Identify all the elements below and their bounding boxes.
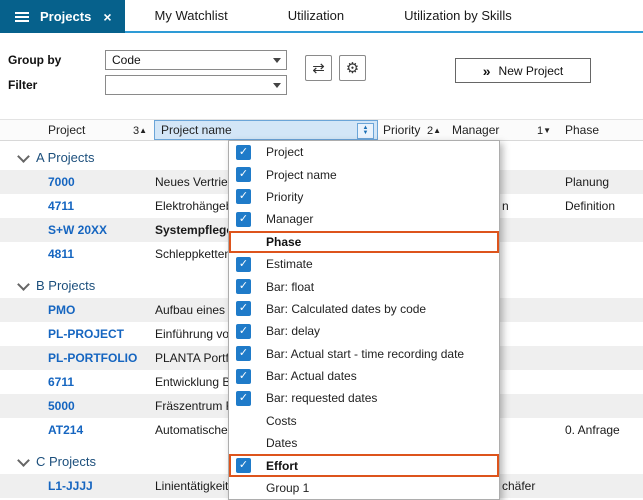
menu-item-bar-requested-dates[interactable]: ✓Bar: requested dates (229, 387, 499, 409)
manager-cell: chäfer (502, 474, 535, 498)
column-header-project[interactable]: Project (48, 120, 85, 140)
reload-button[interactable]: ⇄ (305, 55, 332, 81)
project-code-link[interactable]: PL-PROJECT (48, 322, 124, 346)
checkbox-checked-icon[interactable]: ✓ (236, 279, 251, 294)
chevron-down-icon (273, 83, 281, 88)
phase-cell: 0. Anfrage (565, 418, 620, 442)
checkbox-checked-icon[interactable]: ✓ (236, 458, 251, 473)
project-code-link[interactable]: L1-JJJJ (48, 474, 93, 498)
sort-desc-icon: ▼ (543, 126, 551, 135)
new-project-button[interactable]: » New Project (455, 58, 591, 83)
checkbox-checked-icon[interactable]: ✓ (236, 167, 251, 182)
column-header-manager[interactable]: Manager (452, 120, 499, 140)
project-code-link[interactable]: 4711 (48, 194, 74, 218)
project-name-cell: Linientätigkeit (155, 474, 228, 498)
checkbox-checked-icon[interactable]: ✓ (236, 212, 251, 227)
chevron-down-icon[interactable] (17, 454, 30, 467)
project-code-link[interactable]: AT214 (48, 418, 83, 442)
sort-indicator-manager[interactable]: 1▼ (537, 120, 551, 141)
menu-item-dates[interactable]: Dates (229, 432, 499, 454)
checkbox-checked-icon[interactable]: ✓ (236, 391, 251, 406)
project-name-cell: Einführung von (155, 322, 236, 346)
hamburger-menu-icon[interactable] (15, 16, 29, 18)
checkbox-checked-icon[interactable]: ✓ (236, 346, 251, 361)
project-code-link[interactable]: 5000 (48, 394, 75, 418)
sort-toggle-icon[interactable]: ▲ ▼ (357, 123, 374, 139)
column-header-phase[interactable]: Phase (565, 120, 599, 140)
menu-item-bar-delay[interactable]: ✓Bar: delay (229, 320, 499, 342)
menu-item-bar-float[interactable]: ✓Bar: float (229, 275, 499, 297)
sort-asc-icon: ▲ (433, 126, 441, 135)
menu-item-bar-calculated-dates[interactable]: ✓Bar: Calculated dates by code (229, 298, 499, 320)
menu-item-priority[interactable]: ✓Priority (229, 186, 499, 208)
checkbox-checked-icon[interactable]: ✓ (236, 369, 251, 384)
gear-icon: ⚙ (346, 59, 359, 77)
project-name-cell: Fräszentrum F (155, 394, 233, 418)
chevron-down-icon[interactable] (17, 278, 30, 291)
column-chooser-menu: ✓Project ✓Project name ✓Priority ✓Manage… (228, 140, 500, 500)
project-code-link[interactable]: 7000 (48, 170, 75, 194)
group-by-value: Code (112, 53, 141, 67)
phase-cell: Planung (565, 170, 609, 194)
project-name-cell: Systempflege (155, 218, 233, 242)
checkbox-unchecked-icon[interactable] (236, 481, 251, 496)
filter-label: Filter (8, 75, 37, 95)
project-code-link[interactable]: 6711 (48, 370, 74, 394)
menu-item-phase[interactable]: Phase (229, 231, 499, 253)
checkbox-checked-icon[interactable]: ✓ (236, 324, 251, 339)
menu-item-estimate[interactable]: ✓Estimate (229, 253, 499, 275)
menu-item-project-name[interactable]: ✓Project name (229, 163, 499, 185)
menu-item-costs[interactable]: Costs (229, 410, 499, 432)
checkbox-checked-icon[interactable]: ✓ (236, 145, 251, 160)
menu-item-manager[interactable]: ✓Manager (229, 208, 499, 230)
tab-projects[interactable]: Projects × (0, 0, 125, 33)
column-header-priority[interactable]: Priority (383, 120, 420, 140)
tab-utilization[interactable]: Utilization (258, 0, 374, 31)
new-project-label: New Project (499, 64, 564, 78)
column-header-project-name[interactable]: Project name ▲ ▼ (154, 120, 378, 140)
project-code-link[interactable]: PL-PORTFOLIO (48, 346, 137, 370)
sort-indicator-priority[interactable]: 2▲ (427, 120, 441, 141)
project-name-cell: Aufbau eines P (155, 298, 236, 322)
project-name-cell: Schleppketten (155, 242, 231, 266)
settings-button[interactable]: ⚙ (339, 55, 366, 81)
tab-projects-label: Projects (40, 9, 91, 24)
sort-asc-icon: ▲ (139, 126, 147, 135)
checkbox-checked-icon[interactable]: ✓ (236, 257, 251, 272)
manager-cell: n (502, 194, 509, 218)
project-code-link[interactable]: PMO (48, 298, 75, 322)
app-window: Projects × My Watchlist Utilization Util… (0, 0, 643, 500)
group-by-select[interactable]: Code (105, 50, 287, 70)
project-name-cell: Elektrohängeb (155, 194, 232, 218)
checkbox-checked-icon[interactable]: ✓ (236, 189, 251, 204)
project-name-cell: Neues Vertrieb (155, 170, 234, 194)
sort-indicator-project[interactable]: 3▲ (133, 120, 147, 141)
grid-header: Project 3▲ Project name ▲ ▼ Priority 2▲ … (0, 119, 643, 141)
checkbox-unchecked-icon[interactable] (236, 436, 251, 451)
menu-item-effort[interactable]: ✓Effort (229, 454, 499, 476)
menu-item-bar-actual-start[interactable]: ✓Bar: Actual start - time recording date (229, 343, 499, 365)
checkbox-unchecked-icon[interactable] (236, 234, 251, 249)
chevron-down-icon (273, 58, 281, 63)
phase-cell: Definition (565, 194, 615, 218)
project-code-link[interactable]: S+W 20XX (48, 218, 107, 242)
double-chevron-right-icon: » (483, 63, 490, 79)
chevron-down-icon[interactable] (17, 150, 30, 163)
tab-utilization-by-skills[interactable]: Utilization by Skills (374, 0, 542, 31)
project-code-link[interactable]: 4811 (48, 242, 74, 266)
menu-item-project[interactable]: ✓Project (229, 141, 499, 163)
checkbox-checked-icon[interactable]: ✓ (236, 301, 251, 316)
project-name-cell: Automatisches (155, 418, 234, 442)
checkbox-unchecked-icon[interactable] (236, 413, 251, 428)
project-name-cell: PLANTA Portfo (155, 346, 235, 370)
reload-icon: ⇄ (312, 59, 325, 77)
menu-item-group-1[interactable]: Group 1 (229, 477, 499, 499)
tabbar: Projects × My Watchlist Utilization Util… (0, 0, 542, 33)
filter-select[interactable] (105, 75, 287, 95)
close-tab-icon[interactable]: × (103, 9, 111, 25)
menu-item-bar-actual-dates[interactable]: ✓Bar: Actual dates (229, 365, 499, 387)
tab-my-watchlist[interactable]: My Watchlist (125, 0, 258, 31)
project-name-cell: Entwicklung Bo (155, 370, 237, 394)
group-by-label: Group by (8, 50, 61, 70)
